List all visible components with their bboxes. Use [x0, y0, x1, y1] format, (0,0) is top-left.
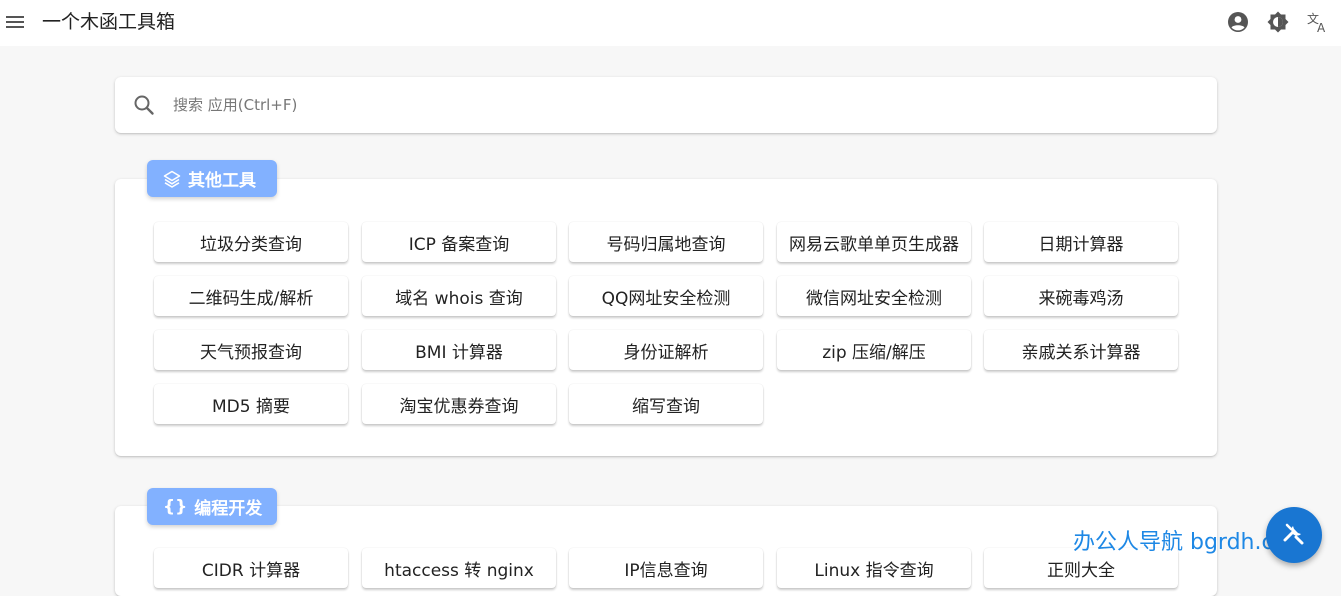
layers-icon — [163, 170, 181, 188]
tool-label: 缩写查询 — [632, 396, 700, 417]
tools-fab-button[interactable] — [1266, 507, 1322, 563]
tool-button[interactable]: 网易云歌单单页生成器 — [777, 222, 971, 262]
tool-button[interactable]: CIDR 计算器 — [154, 548, 348, 588]
tool-button[interactable]: 域名 whois 查询 — [362, 276, 556, 316]
tool-button[interactable]: 二维码生成/解析 — [154, 276, 348, 316]
code-braces-icon: {} — [163, 496, 188, 517]
tools-icon — [1281, 520, 1307, 550]
tool-label: QQ网址安全检测 — [601, 288, 731, 309]
section-title-other-tools: 其他工具 — [147, 160, 277, 197]
tool-button[interactable]: 身份证解析 — [569, 330, 763, 370]
tool-label: 淘宝优惠券查询 — [399, 396, 519, 417]
menu-icon[interactable] — [2, 9, 28, 35]
tool-button[interactable]: MD5 摘要 — [154, 384, 348, 424]
tool-label: 域名 whois 查询 — [395, 288, 523, 309]
tool-button[interactable]: zip 压缩/解压 — [777, 330, 971, 370]
tool-button[interactable]: 亲戚关系计算器 — [984, 330, 1178, 370]
tool-label: 天气预报查询 — [200, 342, 302, 363]
tool-button[interactable]: 淘宝优惠券查询 — [362, 384, 556, 424]
tool-button[interactable]: htaccess 转 nginx — [362, 548, 556, 588]
tool-label: ICP 备案查询 — [408, 234, 510, 255]
tool-label: MD5 摘要 — [212, 396, 290, 417]
tool-button[interactable]: IP信息查询 — [569, 548, 763, 588]
tool-button[interactable]: 天气预报查询 — [154, 330, 348, 370]
tool-button[interactable]: 日期计算器 — [984, 222, 1178, 262]
tool-button[interactable]: 号码归属地查询 — [569, 222, 763, 262]
tool-button[interactable]: Linux 指令查询 — [777, 548, 971, 588]
search-icon[interactable] — [133, 94, 155, 116]
tool-button[interactable]: QQ网址安全检测 — [569, 276, 763, 316]
svg-text:A: A — [1317, 21, 1326, 34]
tool-button[interactable]: 缩写查询 — [569, 384, 763, 424]
section-title-label: 其他工具 — [188, 171, 256, 191]
search-card — [115, 77, 1217, 133]
section-title-label: 编程开发 — [194, 499, 263, 519]
account-circle-icon[interactable] — [1225, 9, 1251, 35]
tool-button[interactable]: ICP 备案查询 — [362, 222, 556, 262]
translate-icon[interactable]: 文A — [1305, 9, 1331, 35]
tool-button[interactable]: 来碗毒鸡汤 — [984, 276, 1178, 316]
search-input[interactable] — [173, 91, 1193, 119]
section-title-programming: {} 编程开发 — [147, 488, 277, 525]
tool-label: 来碗毒鸡汤 — [1038, 288, 1124, 309]
tool-button[interactable]: BMI 计算器 — [362, 330, 556, 370]
tool-label: 二维码生成/解析 — [188, 288, 314, 309]
tool-button[interactable]: 微信网址安全检测 — [777, 276, 971, 316]
tool-label: zip 压缩/解压 — [822, 342, 926, 363]
tool-label: 身份证解析 — [623, 342, 709, 363]
tool-button[interactable]: 垃圾分类查询 — [154, 222, 348, 262]
tool-label: 微信网址安全检测 — [806, 288, 942, 309]
tool-label: 垃圾分类查询 — [200, 234, 302, 255]
tool-label: 网易云歌单单页生成器 — [789, 234, 959, 255]
app-title: 一个木函工具箱 — [42, 11, 176, 33]
tool-label: 亲戚关系计算器 — [1021, 342, 1141, 363]
tool-label: 号码归属地查询 — [606, 234, 726, 255]
tool-label: 日期计算器 — [1038, 234, 1124, 255]
brightness-icon[interactable] — [1265, 9, 1291, 35]
tool-label: BMI 计算器 — [415, 342, 503, 363]
app-bar: 一个木函工具箱 文A — [0, 0, 1341, 46]
